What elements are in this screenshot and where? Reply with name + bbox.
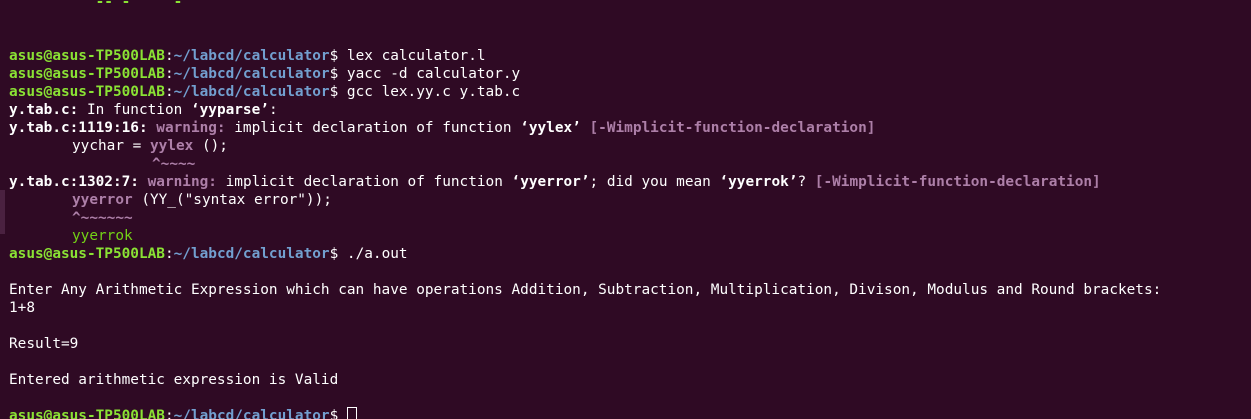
active-prompt-line[interactable]: asus@asus-TP500LAB:~/labcd/calculator$ — [9, 407, 1251, 419]
prompt-symbol: $ — [329, 66, 339, 82]
prompt-path: ~/labcd/calculator — [173, 66, 330, 82]
prompt-path: ~/labcd/calculator — [173, 246, 330, 262]
prompt-user: asus@asus-TP500LAB — [9, 66, 165, 82]
source-line: yychar = yylex (); — [72, 138, 228, 154]
command-text: lex calculator.l — [338, 48, 486, 64]
prompt-user: asus@asus-TP500LAB — [9, 48, 165, 64]
prompt-sep: : — [164, 84, 174, 100]
warning-label: warning: — [138, 174, 217, 190]
command-text: ./a.out — [338, 246, 408, 262]
prompt-symbol: $ — [329, 48, 339, 64]
terminal-window[interactable]: -- - - asus@asus-TP500LAB:~/labcd/calcul… — [0, 0, 1251, 419]
source-line: yyerror (YY_("syntax error")); — [72, 192, 332, 208]
program-result: Result=9 — [9, 336, 79, 352]
compiler-note-line: y.tab.c: In function ‘yyparse’: — [9, 102, 278, 118]
prompt-path: ~/labcd/calculator — [173, 408, 330, 419]
program-valid-message: Entered arithmetic expression is Valid — [9, 372, 339, 388]
prompt-path: ~/labcd/calculator — [173, 48, 330, 64]
warning-flag: [-Wimplicit-function-declaration] — [814, 174, 1101, 190]
warning-line: y.tab.c:1302:7: warning: implicit declar… — [9, 174, 1101, 190]
prompt-path: ~/labcd/calculator — [173, 84, 330, 100]
command-text: gcc lex.yy.c y.tab.c — [338, 84, 521, 100]
caret-line: ^~~~~ — [152, 156, 196, 172]
warning-flag: [-Wimplicit-function-declaration] — [580, 120, 876, 136]
prompt-symbol: $ — [329, 84, 339, 100]
prompt-user: asus@asus-TP500LAB — [9, 246, 165, 262]
window-edge-handle — [0, 190, 5, 234]
text-cursor[interactable] — [346, 407, 357, 419]
warning-label: warning: — [147, 120, 226, 136]
command-line: asus@asus-TP500LAB:~/labcd/calculator$ g… — [9, 83, 1251, 101]
command-text: yacc -d calculator.y — [338, 66, 521, 82]
prompt-user: asus@asus-TP500LAB — [9, 84, 165, 100]
program-input: 1+8 — [9, 300, 35, 316]
warning-line: y.tab.c:1119:16: warning: implicit decla… — [9, 120, 876, 136]
fixit-line: yyerrok — [72, 228, 133, 244]
prompt-sep: : — [164, 48, 174, 64]
prompt-symbol: $ — [329, 408, 339, 419]
prompt-symbol: $ — [329, 246, 339, 262]
terminal-output: -- - - asus@asus-TP500LAB:~/labcd/calcul… — [9, 0, 1251, 419]
prompt-sep: : — [164, 246, 174, 262]
partial-top-line: -- - - — [9, 0, 183, 10]
command-line: asus@asus-TP500LAB:~/labcd/calculator$ y… — [9, 65, 1251, 83]
command-line: asus@asus-TP500LAB:~/labcd/calculator$ l… — [9, 47, 1251, 65]
caret-line: ^~~~~~~ — [72, 210, 133, 226]
prompt-sep: : — [164, 66, 174, 82]
command-line: asus@asus-TP500LAB:~/labcd/calculator$ .… — [9, 245, 1251, 263]
prompt-user: asus@asus-TP500LAB — [9, 408, 165, 419]
prompt-sep: : — [164, 408, 174, 419]
program-prompt: Enter Any Arithmetic Expression which ca… — [9, 282, 1162, 298]
